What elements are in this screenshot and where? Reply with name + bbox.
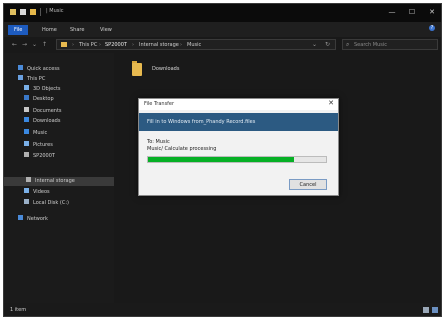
cancel-button[interactable]: Cancel [289,179,327,190]
chevron-down-icon[interactable]: ⌄ [312,41,317,48]
drive-icon [26,177,31,182]
disk-icon [24,199,29,204]
progress-fill [148,157,294,162]
sidebar-item-sp2000t[interactable]: SP2000T [24,152,55,161]
sidebar-item-label: This PC [27,76,46,82]
breadcrumb-sp2000t[interactable]: SP2000T [105,42,127,48]
sidebar-item-label: Downloads [33,118,61,124]
title-bar: | Music — ☐ ✕ [4,4,441,22]
tab-file[interactable]: File [8,25,29,35]
minimize-button[interactable]: — [387,6,397,18]
status-text: Music/ Calculate processing [147,146,217,152]
sidebar-item-videos[interactable]: Videos [24,188,50,197]
sidebar-item-desktop[interactable]: Desktop [24,95,54,104]
video-icon [24,188,29,193]
picture-icon [24,141,29,146]
sidebar-item-label: Videos [33,189,50,195]
search-icon: ⌕ [346,41,350,48]
star-icon [18,65,23,70]
sidebar-item-documents[interactable]: Documents [24,107,62,116]
item-count: 1 item [10,307,27,313]
sidebar-item-local-disk[interactable]: Local Disk (C:) [24,199,69,208]
new-document-icon[interactable] [20,9,26,15]
download-icon [24,117,29,122]
breadcrumb-separator: › [99,42,101,48]
sidebar-item-label: Internal storage [35,178,75,184]
phone-icon [24,152,29,157]
maximize-button[interactable]: ☐ [407,6,417,18]
sidebar-item-label: Quick access [27,66,60,72]
desktop-icon [24,95,29,100]
sidebar-item-internal-storage[interactable]: Internal storage [26,177,75,186]
breadcrumb-separator: › [180,42,182,48]
progress-bar [147,156,327,163]
new-folder-icon[interactable] [30,9,36,15]
window-title: | Music [46,8,64,14]
document-icon [24,107,29,112]
breadcrumb-internal-storage[interactable]: Internal storage [139,42,179,48]
address-bar-row: ← → ⌄ ↑ › This PC › SP2000T › Internal s… [4,37,441,53]
sidebar-item-label: Pictures [33,142,53,148]
status-bar: 1 item [4,303,441,316]
dialog-header: Fill in to Windows from_Phandy Record.fi… [139,113,338,131]
tab-share[interactable]: Share [64,25,90,35]
up-icon[interactable]: ↑ [42,41,47,48]
sidebar-item-3d-objects[interactable]: 3D Objects [24,85,61,94]
divider [40,8,41,16]
music-icon [24,129,29,134]
address-bar[interactable]: › This PC › SP2000T › Internal storage ›… [56,39,336,50]
network-icon [18,215,23,220]
sidebar-item-pictures[interactable]: Pictures [24,141,53,150]
sidebar-item-label: Local Disk (C:) [33,200,69,206]
refresh-icon[interactable]: ↻ [325,41,330,48]
sidebar-item-label: Music [33,130,48,136]
sidebar-item-label: Documents [33,108,62,114]
close-button[interactable]: ✕ [427,6,437,18]
transfer-dialog: File Transfer ✕ Fill in to Windows from_… [138,98,339,196]
forward-icon[interactable]: → [22,41,27,48]
folder-icon [61,42,67,47]
large-icons-view-icon[interactable] [432,307,438,313]
window-controls: — ☐ ✕ [387,6,437,18]
help-icon[interactable]: ? [429,25,435,31]
dialog-header-text: Fill in to Windows from_Phandy Record.fi… [147,119,256,125]
search-input[interactable] [354,41,434,49]
sidebar-item-quick-access[interactable]: Quick access [18,65,60,74]
tab-view[interactable]: View [94,25,118,35]
breadcrumb-music[interactable]: Music [187,42,201,48]
sidebar-item-network[interactable]: Network [18,215,48,224]
sidebar-item-label: Network [27,216,48,222]
cube-icon [24,85,29,90]
breadcrumb-separator: › [132,42,134,48]
folder-icon [132,63,142,76]
sidebar-item-label: Desktop [33,96,54,102]
search-box[interactable]: ⌕ [342,39,438,50]
computer-icon [18,75,23,80]
sidebar-item-this-pc[interactable]: This PC [18,75,45,84]
folder-name: Downloads [152,66,180,72]
destination-label: To: Music [147,139,170,145]
navigation-pane: Quick access This PC 3D Objects Desktop … [4,53,114,303]
details-view-icon[interactable] [423,307,429,313]
ribbon-tabs: File Home Share View ? [4,22,441,37]
breadcrumb-separator: › [72,42,74,48]
tab-home[interactable]: Home [36,25,63,35]
dialog-title-bar: File Transfer ✕ [139,99,338,110]
properties-icon[interactable] [10,9,16,15]
sidebar-item-label: 3D Objects [33,86,61,92]
close-icon[interactable]: ✕ [328,99,334,107]
dialog-title: File Transfer [144,101,175,107]
sidebar-item-downloads[interactable]: Downloads [24,117,60,126]
sidebar-item-music[interactable]: Music [24,129,47,138]
recent-locations-icon[interactable]: ⌄ [32,41,37,48]
sidebar-item-label: SP2000T [33,153,55,159]
breadcrumb-this-pc[interactable]: This PC [79,42,97,48]
back-icon[interactable]: ← [12,41,17,48]
